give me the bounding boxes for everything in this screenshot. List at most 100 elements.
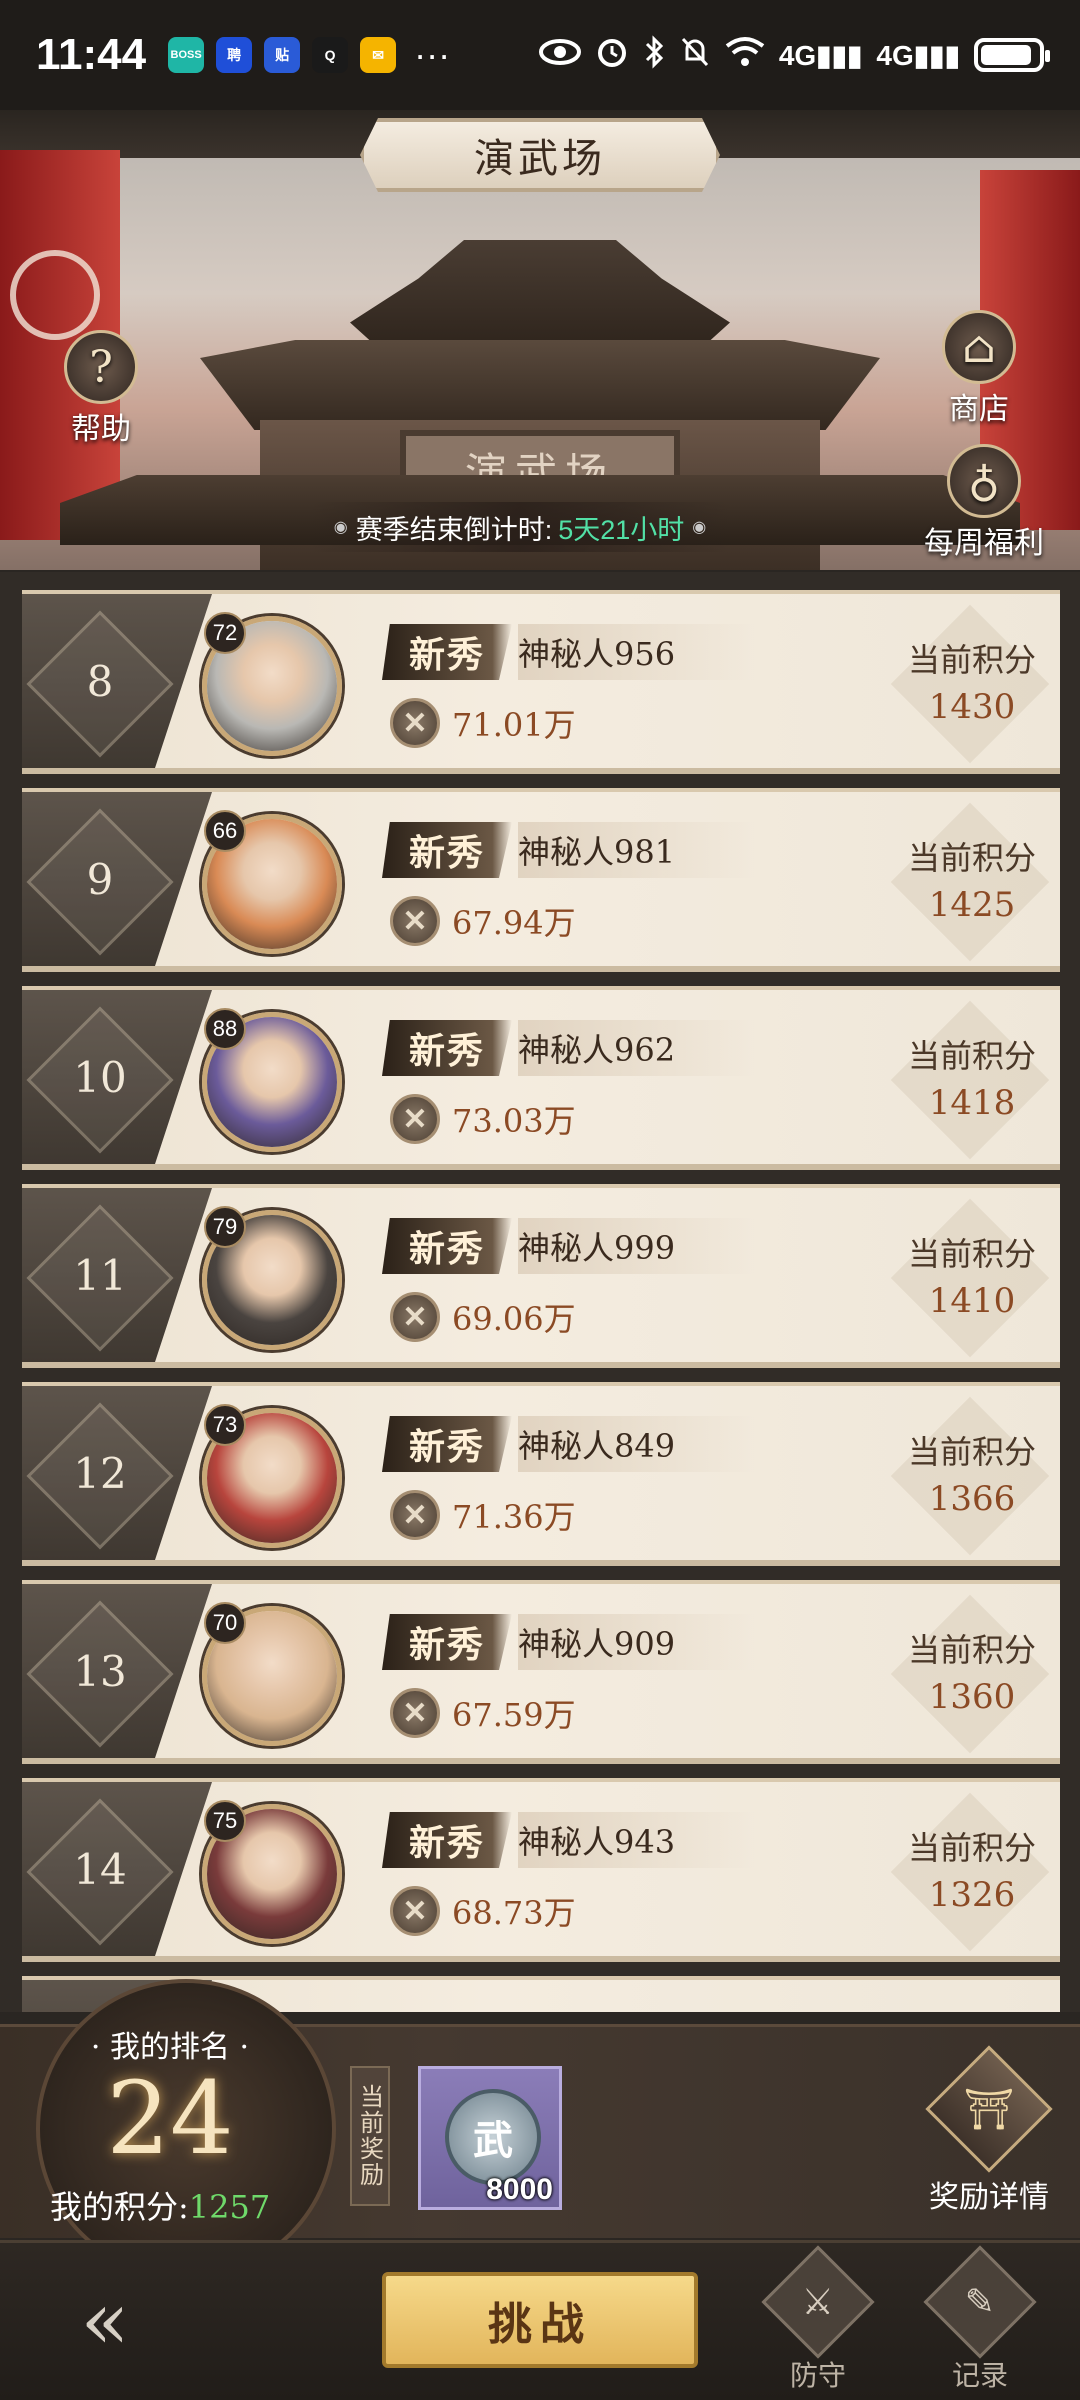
rank-number: 11 [73, 1250, 127, 1300]
signal-2-icon: 4G▮▮▮ [876, 39, 960, 71]
ranking-row[interactable]: 12 73 新秀 神秘人849 ✕ 71.36万 当前积分 1366 [22, 1382, 1060, 1566]
reward-details-button[interactable]: ⛩ 奖励详情 [924, 2045, 1054, 2216]
score-label: 当前积分 [907, 641, 1036, 679]
my-rank-value: 24 [106, 2060, 234, 2177]
combat-power: 68.73万 [452, 1894, 576, 1932]
treasure-icon: ⛩ [925, 2045, 1053, 2173]
zhaopin-icon: 聘 [216, 37, 253, 73]
combat-power: 73.03万 [452, 1102, 576, 1140]
scroll-icon: ✎ [923, 2245, 1037, 2359]
qq-icon: Q [312, 37, 349, 73]
ranking-row[interactable]: 9 66 新秀 神秘人981 ✕ 67.94万 当前积分 1425 [22, 788, 1060, 972]
score-value: 1430 [928, 687, 1016, 727]
rank-number: 13 [73, 1646, 127, 1696]
score-box: 当前积分 1360 [890, 1584, 1052, 1758]
reward-quantity: 8000 [486, 2173, 553, 2206]
level-badge: 70 [204, 1602, 246, 1644]
score-value: 1410 [928, 1281, 1016, 1321]
challenge-button[interactable]: 挑战 [382, 2272, 698, 2368]
mail-icon: ✉ [360, 37, 397, 73]
wifi-icon [725, 36, 765, 75]
score-box: 当前积分 1425 [890, 792, 1052, 966]
combat-power: 71.01万 [452, 706, 576, 744]
player-name: 神秘人981 [518, 822, 756, 878]
crossed-swords-icon: ✕ [390, 1094, 440, 1144]
shop-label: 商店 [949, 392, 1009, 427]
mute-icon [679, 35, 711, 76]
score-box: 当前积分 1366 [890, 1386, 1052, 1560]
rank-number: 8 [86, 656, 114, 706]
player-name: 神秘人999 [518, 1218, 756, 1274]
score-label: 当前积分 [907, 839, 1036, 877]
page-title: 演武场 [360, 118, 720, 192]
ranking-list[interactable]: 8 72 新秀 神秘人956 ✕ 71.01万 当前积分 1430 9 66 新秀 神秘人981 ✕ 67… [0, 572, 1080, 2012]
crossed-swords-icon: ✕ [390, 698, 440, 748]
defend-button[interactable]: ⚔ 防守 [758, 2245, 878, 2394]
countdown-label: 赛季结束倒计时: [355, 514, 553, 545]
player-name: 神秘人962 [518, 1020, 756, 1076]
ranking-row[interactable]: 8 72 新秀 神秘人956 ✕ 71.01万 当前积分 1430 [22, 590, 1060, 774]
rank-number: 10 [73, 1052, 127, 1102]
more-notifications-icon: ··· [414, 34, 451, 75]
rank-number: 12 [73, 1448, 127, 1498]
flag-emblem [10, 250, 100, 340]
martial-coin-icon: 武 [445, 2089, 541, 2185]
crossed-swords-icon: ✕ [390, 1490, 440, 1540]
crossed-swords-icon: ✕ [390, 1886, 440, 1936]
score-value: 1360 [928, 1677, 1016, 1717]
ranking-row[interactable]: 10 88 新秀 神秘人962 ✕ 73.03万 当前积分 1418 [22, 986, 1060, 1170]
score-box: 当前积分 1418 [890, 990, 1052, 1164]
my-score-value: 1257 [188, 2188, 271, 2226]
ranking-row[interactable]: 13 70 新秀 神秘人909 ✕ 67.59万 当前积分 1360 [22, 1580, 1060, 1764]
status-bar: 11:44 BOSS 聘 贴 Q ✉ ··· 4G▮▮▮ 4G▮▮▮ [0, 0, 1080, 110]
score-diamond [890, 604, 1050, 764]
signal-1-label: 4G [778, 39, 817, 71]
sword-icon: ⚔ [761, 2245, 875, 2359]
player-name: 神秘人849 [518, 1416, 756, 1472]
record-label: 记录 [951, 2359, 1008, 2392]
player-name: 神秘人943 [518, 1812, 756, 1868]
shop-icon: ⌂ [942, 310, 1016, 384]
score-box: 当前积分 1430 [890, 594, 1052, 768]
reward-details-label: 奖励详情 [929, 2180, 1049, 2215]
reward-item[interactable]: 武 8000 [418, 2066, 562, 2210]
combat-power: 67.59万 [452, 1696, 576, 1734]
player-name: 神秘人909 [518, 1614, 756, 1670]
shop-button[interactable]: ⌂ 商店 [942, 310, 1016, 428]
countdown-value: 5天21小时 [558, 514, 685, 545]
record-button[interactable]: ✎ 记录 [920, 2245, 1040, 2394]
weekly-benefits-button[interactable]: ♁ 每周福利 [924, 444, 1044, 562]
rank-number: 9 [86, 854, 114, 904]
score-value: 1418 [928, 1083, 1016, 1123]
help-label: 帮助 [71, 412, 131, 447]
rookie-tag: 新秀 [382, 1614, 512, 1670]
tieba-icon: 贴 [264, 37, 301, 73]
crossed-swords-icon: ✕ [390, 1688, 440, 1738]
back-button[interactable]: « [30, 2270, 180, 2370]
help-button[interactable]: ? 帮助 [64, 330, 138, 448]
level-badge: 79 [204, 1206, 246, 1248]
dot-icon: ◉ [333, 519, 348, 536]
eye-icon [538, 38, 581, 73]
score-label: 当前积分 [907, 1631, 1036, 1669]
score-label: 当前积分 [907, 1829, 1036, 1867]
season-countdown: ◉ 赛季结束倒计时: 5天21小时 ◉ [310, 502, 730, 552]
combat-power: 69.06万 [452, 1300, 576, 1338]
ranking-row[interactable]: 14 75 新秀 神秘人943 ✕ 68.73万 当前积分 1326 [22, 1778, 1060, 1962]
score-diamond [890, 1594, 1050, 1754]
score-value: 1326 [928, 1875, 1016, 1915]
pouch-icon: ♁ [947, 444, 1021, 518]
question-icon: ? [64, 330, 138, 404]
alarm-icon [595, 35, 629, 76]
score-diamond [890, 802, 1050, 962]
rookie-tag: 新秀 [382, 1416, 512, 1472]
clock: 11:44 [36, 30, 147, 79]
combat-power: 71.36万 [452, 1498, 576, 1536]
score-diamond [890, 1198, 1050, 1358]
score-label: 当前积分 [907, 1235, 1036, 1273]
ranking-row[interactable]: 11 79 新秀 神秘人999 ✕ 69.06万 当前积分 1410 [22, 1184, 1060, 1368]
level-badge: 73 [204, 1404, 246, 1446]
rookie-tag: 新秀 [382, 1812, 512, 1868]
score-diamond [890, 1000, 1050, 1160]
score-box: 当前积分 1410 [890, 1188, 1052, 1362]
